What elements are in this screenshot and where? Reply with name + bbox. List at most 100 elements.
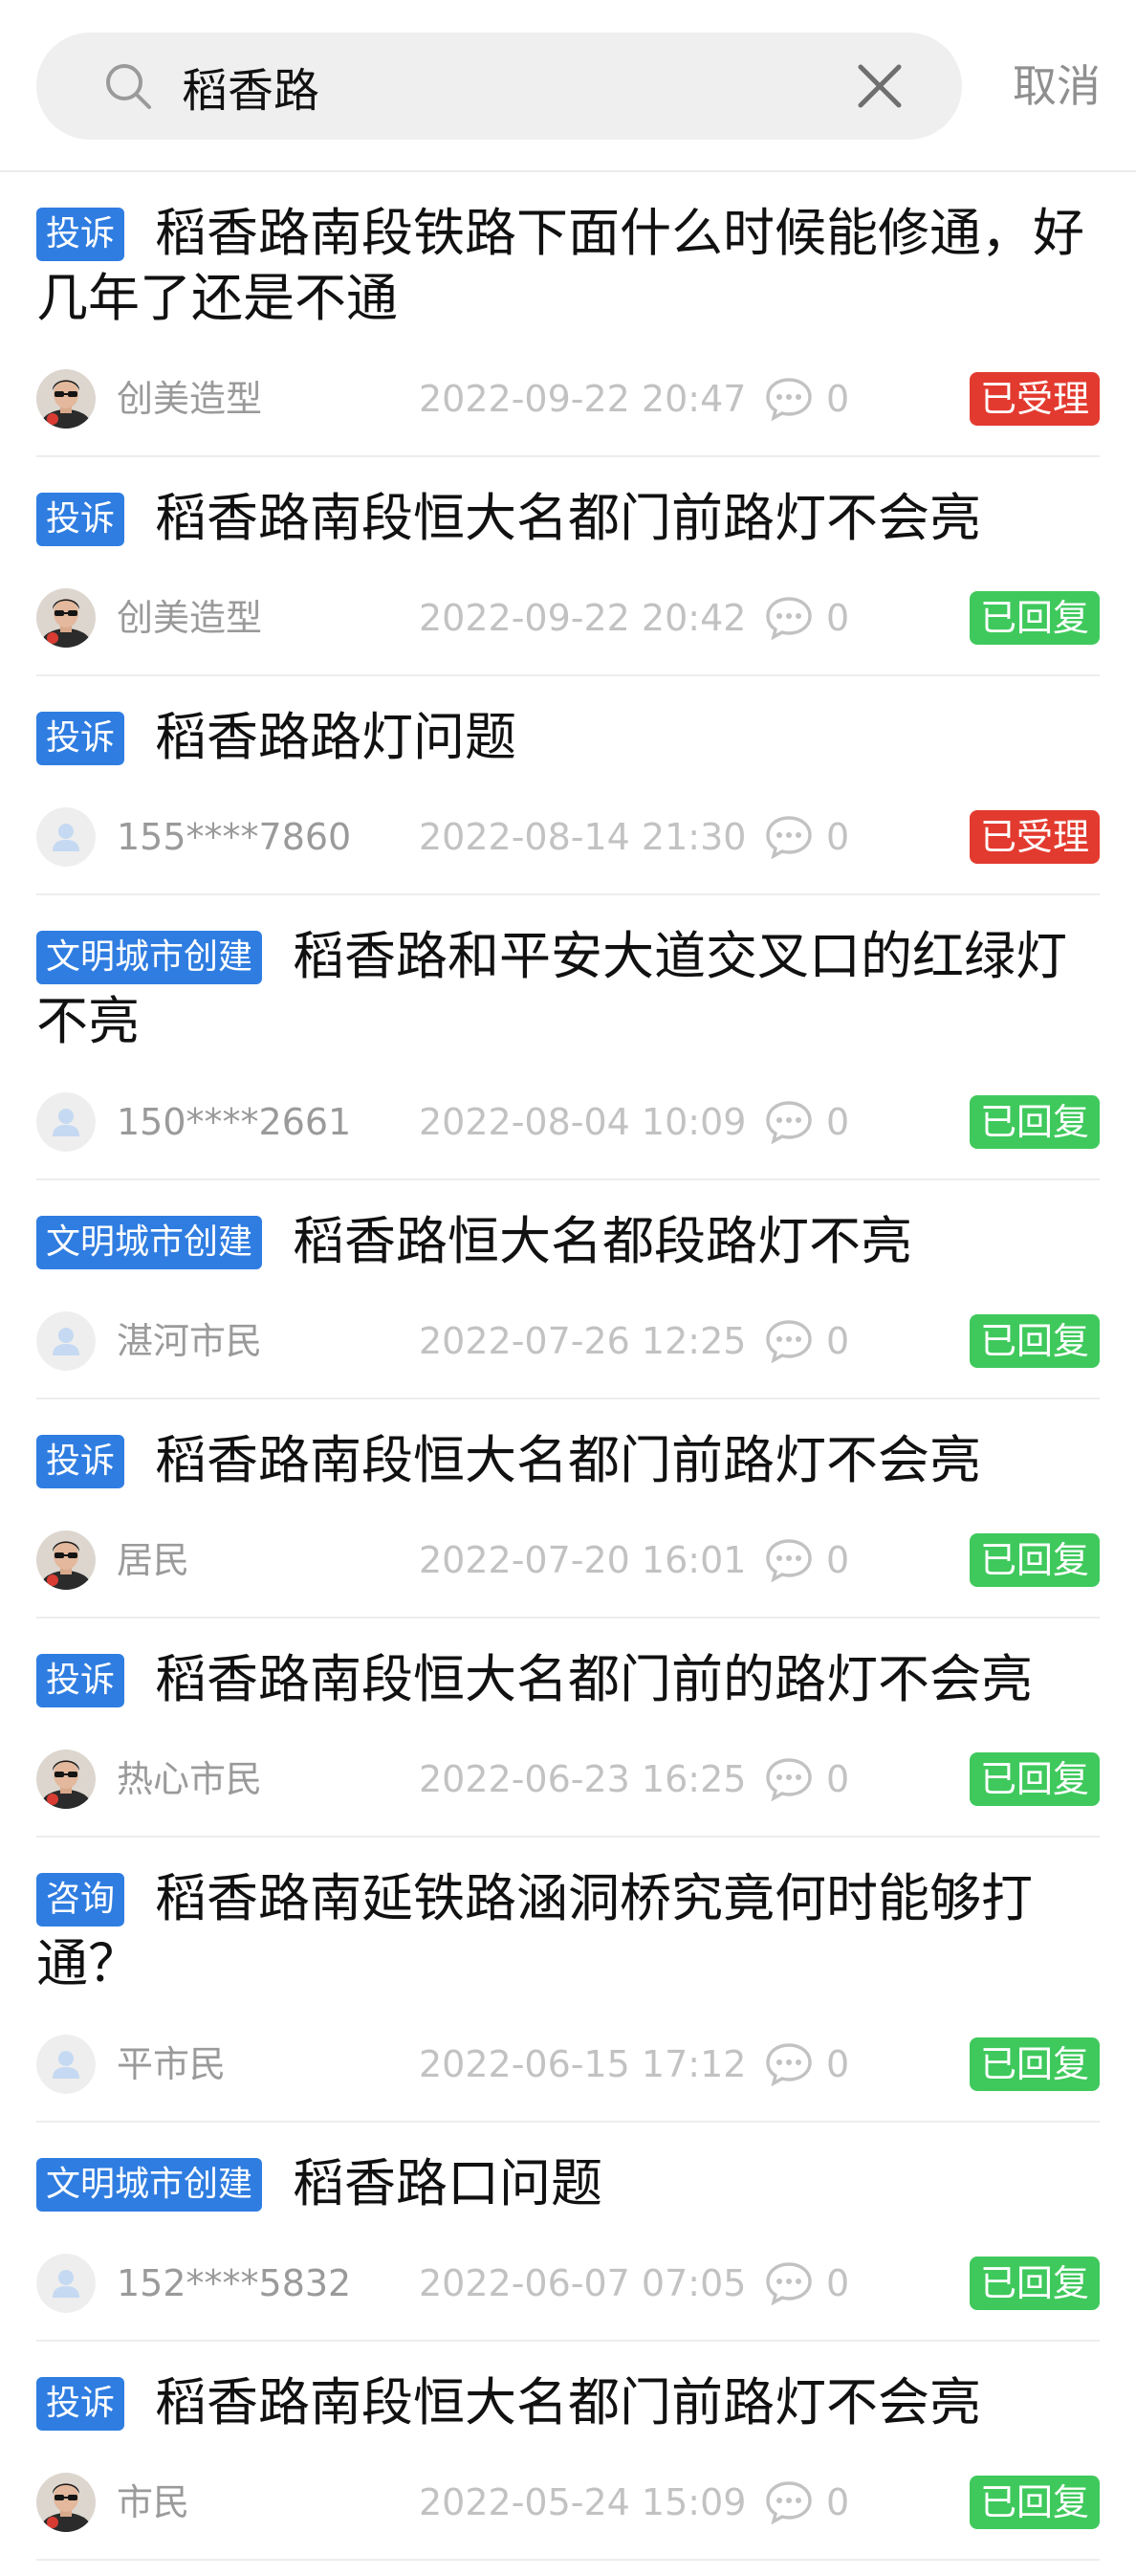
comment-count: 0 xyxy=(826,2481,850,2523)
item-title-text: 稻香路南段恒大名都门前路灯不会亮 xyxy=(155,2372,982,2433)
result-item[interactable]: 咨询 稻香路南延铁路涵洞桥究竟何时能够打通？ 平市民 2022-06-15 17:… xyxy=(36,1838,1100,2123)
post-time: 2022-06-23 16:25 xyxy=(419,1758,747,1800)
comment-icon xyxy=(766,597,812,640)
result-item[interactable]: 投诉 稻香路路灯问题 155****7860 2022-08-14 21:30 0… xyxy=(36,676,1100,895)
post-time: 2022-05-24 15:09 xyxy=(419,2481,747,2523)
author-name: 湛河市民 xyxy=(117,1320,263,1362)
avatar xyxy=(36,369,96,429)
comment-count: 0 xyxy=(826,1101,850,1143)
result-item[interactable]: 投诉 稻香路南段恒大名都门前路灯不会亮 创美造型 2022-09-22 20:42… xyxy=(36,457,1100,676)
item-meta: 市民 2022-05-24 15:09 0 已回复 xyxy=(36,2473,1100,2532)
result-item[interactable]: 文明城市创建 稻香路口问题 152****5832 2022-06-07 07:0… xyxy=(36,2123,1100,2342)
item-title-text: 稻香路南段恒大名都门前的路灯不会亮 xyxy=(155,1649,1034,1709)
item-meta: 湛河市民 2022-07-26 12:25 0 已回复 xyxy=(36,1311,1100,1371)
default-user-icon xyxy=(36,1311,96,1371)
item-title-text: 稻香路恒大名都段路灯不亮 xyxy=(293,1211,913,1271)
default-user-icon xyxy=(36,807,96,867)
post-time: 2022-06-07 07:05 xyxy=(419,2262,747,2304)
comment-count: 0 xyxy=(826,378,850,420)
search-box[interactable] xyxy=(36,33,962,140)
item-meta: 150****2661 2022-08-04 10:09 0 已回复 xyxy=(36,1092,1100,1152)
status-badge: 已回复 xyxy=(969,2476,1100,2529)
category-tag: 投诉 xyxy=(36,2377,125,2431)
comment-icon xyxy=(766,2262,812,2305)
comment-count: 0 xyxy=(826,1539,850,1581)
avatar xyxy=(36,2473,96,2532)
result-item[interactable]: 投诉 稻香路南段恒大名都门前的路灯不会亮 热心市民 2022-06-23 16:2… xyxy=(36,1618,1100,1838)
result-item[interactable]: 投诉 稻香路南段恒大名都门前路灯不会亮 市民 2022-05-24 15:09 0… xyxy=(36,2342,1100,2561)
status-badge: 已回复 xyxy=(969,591,1100,645)
cancel-button[interactable]: 取消 xyxy=(994,48,1119,124)
category-tag: 文明城市创建 xyxy=(36,2158,263,2212)
result-item[interactable]: 文明城市创建 稻香路恒大名都段路灯不亮 湛河市民 2022-07-26 12:25… xyxy=(36,1180,1100,1399)
category-tag: 咨询 xyxy=(36,1873,125,1926)
item-title-text: 稻香路路灯问题 xyxy=(155,707,517,767)
category-tag: 文明城市创建 xyxy=(36,931,263,984)
avatar xyxy=(36,1530,96,1590)
item-title: 投诉 稻香路南段恒大名都门前路灯不会亮 xyxy=(36,1428,1100,1493)
status-badge: 已回复 xyxy=(969,1533,1100,1587)
post-time: 2022-07-26 12:25 xyxy=(419,1320,747,1362)
post-time: 2022-09-22 20:47 xyxy=(419,378,747,420)
comment-count: 0 xyxy=(826,597,850,639)
category-tag: 投诉 xyxy=(36,1654,125,1707)
status-badge: 已回复 xyxy=(969,2037,1100,2091)
item-title: 文明城市创建 稻香路恒大名都段路灯不亮 xyxy=(36,1209,1100,1274)
person-photo-icon xyxy=(36,1750,96,1809)
item-title-text: 稻香路南延铁路涵洞桥究竟何时能够打通？ xyxy=(36,1868,1034,1993)
item-title: 投诉 稻香路南段恒大名都门前的路灯不会亮 xyxy=(36,1647,1100,1712)
comment-count: 0 xyxy=(826,1758,850,1800)
item-title-text: 稻香路南段铁路下面什么时候能修通，好几年了还是不通 xyxy=(36,203,1085,328)
avatar xyxy=(36,2254,96,2313)
avatar xyxy=(36,807,96,867)
item-title: 咨询 稻香路南延铁路涵洞桥究竟何时能够打通？ xyxy=(36,1866,1100,1996)
comment-count: 0 xyxy=(826,816,850,858)
search-input[interactable] xyxy=(182,52,794,121)
item-title: 文明城市创建 稻香路和平安大道交叉口的红绿灯不亮 xyxy=(36,924,1100,1054)
item-meta: 创美造型 2022-09-22 20:47 0 已受理 xyxy=(36,369,1100,429)
status-badge: 已回复 xyxy=(969,1095,1100,1149)
comment-count: 0 xyxy=(826,2262,850,2304)
result-item[interactable]: 投诉 稻香路南段恒大名都门前路灯不会亮 居民 2022-07-20 16:01 0… xyxy=(36,1399,1100,1618)
post-time: 2022-07-20 16:01 xyxy=(419,1539,747,1581)
category-tag: 投诉 xyxy=(36,1435,125,1488)
comment-icon xyxy=(766,816,812,859)
avatar xyxy=(36,1750,96,1809)
author-name: 创美造型 xyxy=(117,597,263,639)
author-name: 创美造型 xyxy=(117,378,263,420)
avatar xyxy=(36,2035,96,2094)
item-title: 投诉 稻香路路灯问题 xyxy=(36,705,1100,770)
person-photo-icon xyxy=(36,1530,96,1590)
results-list: 投诉 稻香路南段铁路下面什么时候能修通，好几年了还是不通 创美造型 2022-09… xyxy=(0,172,1136,2561)
author-name: 150****2661 xyxy=(117,1101,352,1143)
comment-icon xyxy=(766,2481,812,2524)
item-meta: 创美造型 2022-09-22 20:42 0 已回复 xyxy=(36,588,1100,648)
result-item[interactable]: 投诉 稻香路南段铁路下面什么时候能修通，好几年了还是不通 创美造型 2022-09… xyxy=(36,172,1100,457)
status-badge: 已回复 xyxy=(969,1752,1100,1806)
item-title-text: 稻香路南段恒大名都门前路灯不会亮 xyxy=(155,488,982,548)
comment-icon xyxy=(766,378,812,421)
status-badge: 已回复 xyxy=(969,1314,1100,1368)
avatar xyxy=(36,588,96,648)
item-meta: 热心市民 2022-06-23 16:25 0 已回复 xyxy=(36,1750,1100,1809)
author-name: 居民 xyxy=(117,1539,190,1581)
status-badge: 已受理 xyxy=(969,372,1100,426)
result-item[interactable]: 文明城市创建 稻香路和平安大道交叉口的红绿灯不亮 150****2661 2022… xyxy=(36,895,1100,1180)
clear-icon[interactable] xyxy=(855,61,905,111)
default-user-icon xyxy=(36,2254,96,2313)
person-photo-icon xyxy=(36,2473,96,2532)
category-tag: 投诉 xyxy=(36,712,125,765)
avatar xyxy=(36,1311,96,1371)
person-photo-icon xyxy=(36,588,96,648)
comment-icon xyxy=(766,2043,812,2086)
post-time: 2022-08-14 21:30 xyxy=(419,816,747,858)
status-badge: 已受理 xyxy=(969,810,1100,864)
comment-icon xyxy=(766,1539,812,1582)
author-name: 热心市民 xyxy=(117,1758,263,1800)
category-tag: 文明城市创建 xyxy=(36,1216,263,1269)
item-title-text: 稻香路口问题 xyxy=(293,2153,603,2213)
item-meta: 平市民 2022-06-15 17:12 0 已回复 xyxy=(36,2035,1100,2094)
item-meta: 155****7860 2022-08-14 21:30 0 已受理 xyxy=(36,807,1100,867)
category-tag: 投诉 xyxy=(36,493,125,546)
comment-icon xyxy=(766,1101,812,1144)
